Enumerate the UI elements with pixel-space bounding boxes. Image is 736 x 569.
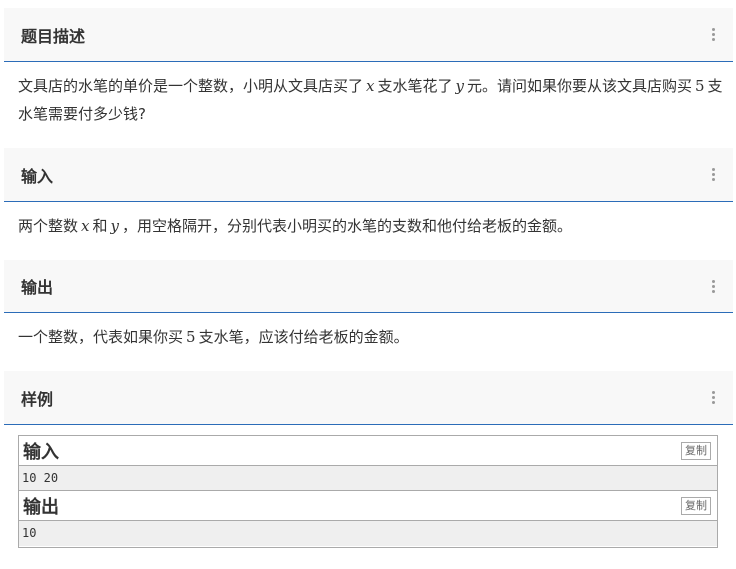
- math-var-y: y: [110, 217, 119, 235]
- section-header-output: 输出: [4, 260, 733, 313]
- sample-input-value: 10 20: [19, 466, 717, 491]
- more-options-icon[interactable]: [712, 168, 715, 181]
- more-options-icon[interactable]: [712, 391, 715, 404]
- output-text: 一个整数，代表如果你买 5 支水笔，应该付给老板的金额。: [18, 328, 409, 346]
- section-header-samples: 样例: [4, 371, 733, 425]
- math-var-y: y: [455, 77, 464, 95]
- section-title: 题目描述: [21, 26, 86, 46]
- input-text: 两个整数 x 和 y ，用空格隔开，分别代表小明买的水笔的支数和他付给老板的金额。: [18, 217, 572, 235]
- section-title: 输入: [21, 166, 54, 186]
- section-title: 输出: [21, 278, 54, 297]
- math-num-5: 5: [695, 77, 705, 95]
- sample-box: 输入 复制 10 20 输出 复制 10: [18, 435, 718, 548]
- section-header-input: 输入: [4, 148, 733, 202]
- more-options-icon[interactable]: [712, 28, 715, 41]
- copy-output-button[interactable]: 复制: [681, 497, 711, 515]
- section-title: 样例: [21, 389, 54, 409]
- description-text: 文具店的水笔的单价是一个整数，小明从文具店买了 x 支水笔花了 y 元。请问如果你要从该…: [18, 77, 723, 123]
- math-num-5: 5: [186, 328, 196, 346]
- sample-output-value: 10: [19, 521, 717, 546]
- sample-output-header: 输出 复制: [19, 491, 717, 521]
- sample-input-header: 输入 复制: [19, 436, 717, 466]
- math-var-x: x: [81, 217, 90, 235]
- sample-input-label: 输入: [23, 441, 59, 463]
- copy-input-button[interactable]: 复制: [681, 442, 711, 460]
- more-options-icon[interactable]: [712, 279, 715, 293]
- sample-output-label: 输出: [23, 496, 59, 518]
- math-var-x: x: [366, 77, 375, 95]
- section-header-description: 题目描述: [4, 8, 733, 62]
